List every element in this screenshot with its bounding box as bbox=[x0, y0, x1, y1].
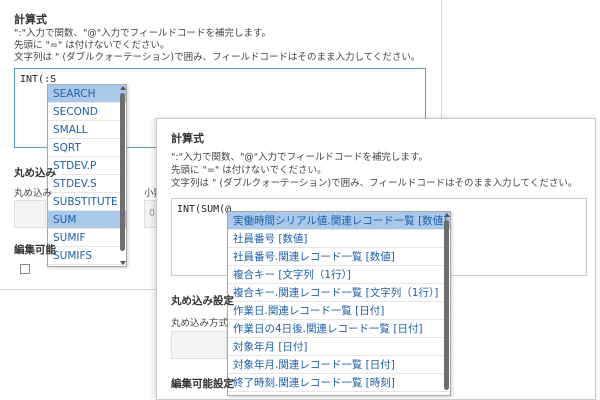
scroll-up-arrow-icon[interactable] bbox=[444, 213, 450, 217]
rounding-method-label: 丸め込み方式 bbox=[171, 318, 229, 329]
field-item[interactable]: 終了時刻.関連レコード一覧 [時刻] bbox=[228, 374, 450, 392]
help-line-1: ":"入力で関数、"@"入力でフィールドコードを補完します。 bbox=[14, 28, 272, 39]
function-item-search[interactable]: SEARCH bbox=[48, 85, 126, 103]
formula-text: INT(SUM(@ bbox=[177, 204, 232, 215]
help-line-1: ":"入力で関数、"@"入力でフィールドコードを補完します。 bbox=[171, 152, 429, 163]
editable-label: 編集可能 bbox=[14, 244, 56, 256]
help-line-3: 文字列は " (ダブルクォーテーション)で囲み、フィールドコードはそのまま入力し… bbox=[14, 52, 421, 63]
field-item[interactable]: 複合キー.関連レコード一覧 [文字列（1行）] bbox=[228, 284, 450, 302]
rounding-method-select[interactable] bbox=[171, 331, 227, 359]
help-line-2: 先頭に "=" は付けないでください。 bbox=[14, 40, 170, 51]
rounding-method-select[interactable] bbox=[14, 200, 46, 228]
rounding-label: 丸め込み bbox=[14, 167, 56, 179]
function-autocomplete-list[interactable]: SEARCH SECOND SMALL SQRT STDEV.P STDEV.S… bbox=[47, 84, 127, 267]
field-item[interactable]: 作業日の4日後.関連レコード一覧 [日付] bbox=[228, 320, 450, 338]
field-item[interactable]: 社員番号 [数値] bbox=[228, 230, 450, 248]
rounding-label: 丸め込み設定 bbox=[171, 295, 234, 307]
scroll-up-arrow-icon[interactable] bbox=[120, 86, 126, 90]
field-item[interactable]: 作業日.関連レコード一覧 [日付] bbox=[228, 302, 450, 320]
decimal-value: 0 bbox=[149, 208, 156, 219]
function-item-stdev-p[interactable]: STDEV.P bbox=[48, 157, 126, 175]
panel-title: 計算式 bbox=[171, 132, 204, 145]
field-item[interactable]: 対象年月.関連レコード一覧 [日付] bbox=[228, 356, 450, 374]
editable-label: 編集可能設定 bbox=[171, 378, 234, 390]
scrollbar-thumb[interactable] bbox=[120, 93, 125, 251]
help-line-2: 先頭に "=" は付けないでください。 bbox=[171, 165, 327, 176]
function-item-sum[interactable]: SUM bbox=[48, 211, 126, 229]
editable-checkbox[interactable] bbox=[20, 264, 30, 274]
function-item-second[interactable]: SECOND bbox=[48, 103, 126, 121]
function-item-sumifs[interactable]: SUMIFS bbox=[48, 247, 126, 265]
field-item[interactable]: 実働時間シリアル値.関連レコード一覧 [数値] bbox=[228, 212, 450, 230]
field-autocomplete-list[interactable]: 実働時間シリアル値.関連レコード一覧 [数値] 社員番号 [数値] 社員番号.関… bbox=[227, 211, 451, 396]
front-formula-panel: 計算式 ":"入力で関数、"@"入力でフィールドコードを補完します。 先頭に "… bbox=[156, 118, 596, 400]
function-item-sqrt[interactable]: SQRT bbox=[48, 139, 126, 157]
panel-title: 計算式 bbox=[14, 13, 47, 26]
field-item[interactable]: 社員番号.関連レコード一覧 [数値] bbox=[228, 248, 450, 266]
function-item-stdev-s[interactable]: STDEV.S bbox=[48, 175, 126, 193]
function-item-sumif[interactable]: SUMIF bbox=[48, 229, 126, 247]
scroll-down-arrow-icon[interactable] bbox=[120, 261, 126, 265]
help-line-3: 文字列は " (ダブルクォーテーション)で囲み、フィールドコードはそのまま入力し… bbox=[171, 178, 578, 189]
field-item[interactable]: 対象年月 [日付] bbox=[228, 338, 450, 356]
function-item-small[interactable]: SMALL bbox=[48, 121, 126, 139]
field-item[interactable]: 複合キー [文字列（1行）] bbox=[228, 266, 450, 284]
function-item-substitute[interactable]: SUBSTITUTE bbox=[48, 193, 126, 211]
scrollbar-thumb[interactable] bbox=[444, 220, 449, 390]
rounding-method-label: 丸め込み bbox=[14, 188, 53, 199]
